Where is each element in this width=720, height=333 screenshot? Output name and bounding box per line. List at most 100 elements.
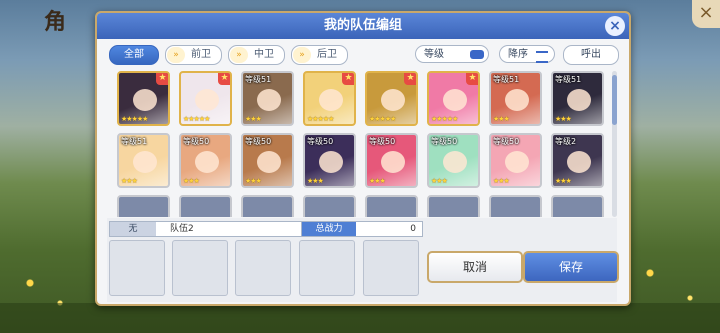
card-stars: ★★★★★ [307, 115, 334, 123]
character-card[interactable] [179, 195, 232, 217]
character-portrait [567, 89, 591, 111]
character-portrait [567, 151, 591, 173]
character-card[interactable]: 等级51 ★★★ [551, 71, 604, 126]
card-stars: ★★★ [493, 177, 510, 185]
character-card[interactable] [303, 195, 356, 217]
party-slot[interactable] [299, 240, 355, 296]
character-card[interactable] [427, 195, 480, 217]
party-tag: 无 [110, 222, 156, 236]
role-filter-tabs: 全部 » 前卫 » 中卫 » 后卫 [109, 45, 348, 65]
card-level: 等级51 [555, 75, 582, 84]
grid-scrollbar[interactable] [612, 71, 617, 217]
sort-button[interactable]: 降序 [499, 45, 555, 63]
card-level: 等级50 [369, 137, 396, 146]
party-slot[interactable] [109, 240, 165, 296]
character-portrait [381, 151, 405, 173]
card-stars: ★★★ [245, 115, 262, 123]
party-slot[interactable] [172, 240, 228, 296]
tab-vanguard[interactable]: » 前卫 [165, 45, 222, 65]
card-level: 等级51 [493, 75, 520, 84]
card-level: 等级50 [245, 137, 272, 146]
card-level: 等级50 [493, 137, 520, 146]
star-badge-icon: ★ [404, 73, 416, 85]
card-stars: ★★★ [369, 177, 386, 185]
card-stars: ★★★ [307, 177, 324, 185]
chevron-icon: » [167, 47, 185, 63]
character-card[interactable]: 等级50 ★★★ [241, 133, 294, 188]
character-card[interactable]: 等级2 ★★★ [551, 133, 604, 188]
character-portrait [257, 89, 281, 111]
sort-label: 降序 [508, 49, 528, 60]
card-stars: ★★★★★ [369, 115, 396, 123]
character-portrait [257, 151, 281, 173]
tab-label: 中卫 [254, 49, 274, 60]
character-card[interactable]: 等级50 ★★★ [365, 133, 418, 188]
character-card[interactable] [365, 195, 418, 217]
character-card[interactable]: 等级50 ★★★ [303, 133, 356, 188]
card-stars: ★★★★★ [121, 115, 148, 123]
card-level: 等级51 [121, 137, 148, 146]
character-card[interactable] [241, 195, 294, 217]
card-stars: ★★★ [555, 177, 572, 185]
card-level: 等级51 [245, 75, 272, 84]
star-badge-icon: ★ [342, 73, 354, 85]
level-filter-button[interactable]: 等级 [415, 45, 489, 63]
tab-all[interactable]: 全部 [109, 45, 159, 65]
character-portrait [505, 151, 529, 173]
character-card[interactable] [117, 195, 170, 217]
character-portrait [319, 89, 343, 111]
card-stars: ★★★ [121, 177, 138, 185]
modal-close-icon[interactable]: × [605, 16, 625, 36]
cancel-button[interactable]: 取消 [427, 251, 523, 283]
summon-button[interactable]: 呼出 [563, 45, 619, 65]
party-slot[interactable] [235, 240, 291, 296]
scrollbar-thumb[interactable] [612, 75, 617, 125]
tab-label: 前卫 [191, 49, 211, 60]
character-card[interactable]: 等级51 ★★★ [241, 71, 294, 126]
character-card[interactable]: ★ ★★★★★ [303, 71, 356, 126]
character-card[interactable] [551, 195, 604, 217]
chevron-icon: » [230, 47, 248, 63]
tab-rearguard[interactable]: » 后卫 [291, 45, 348, 65]
character-portrait [319, 151, 343, 173]
card-level: 等级50 [183, 137, 210, 146]
character-card[interactable]: ★ ★★★★★ [117, 71, 170, 126]
total-power-value: 0 [410, 224, 416, 234]
tab-midguard[interactable]: » 中卫 [228, 45, 285, 65]
character-portrait [133, 89, 157, 111]
close-icon[interactable]: × [692, 0, 720, 28]
card-level: 等级50 [307, 137, 334, 146]
tab-label: 全部 [124, 49, 144, 60]
toggle-icon [470, 50, 484, 59]
character-card[interactable]: 等级51 ★★★ [117, 133, 170, 188]
chevron-icon: » [293, 47, 311, 63]
star-badge-icon: ★ [466, 73, 478, 85]
total-power: 总战力 0 [301, 221, 423, 237]
character-card[interactable]: ★ ★★★★★ [179, 71, 232, 126]
save-button[interactable]: 保存 [523, 251, 619, 283]
summon-label: 呼出 [581, 49, 601, 60]
character-portrait [195, 151, 219, 173]
party-name-field[interactable]: 无 队伍2 [109, 221, 303, 237]
card-stars: ★★★ [555, 115, 572, 123]
character-card[interactable]: 等级50 ★★★ [489, 133, 542, 188]
card-level: 等级50 [431, 137, 458, 146]
star-badge-icon: ★ [156, 73, 168, 85]
card-level: 等级2 [555, 137, 577, 146]
character-card[interactable]: 等级50 ★★★ [179, 133, 232, 188]
character-card[interactable]: ★ ★★★★★ [365, 71, 418, 126]
character-card[interactable]: ★ ★★★★★ [427, 71, 480, 126]
character-portrait [381, 89, 405, 111]
party-name: 队伍2 [170, 224, 194, 234]
character-portrait [133, 151, 157, 173]
party-slot[interactable] [363, 240, 419, 296]
card-stars: ★★★ [183, 177, 200, 185]
character-card[interactable]: 等级51 ★★★ [489, 71, 542, 126]
level-filter-label: 等级 [424, 49, 444, 60]
character-portrait [443, 151, 467, 173]
character-portrait [195, 89, 219, 111]
character-card[interactable] [489, 195, 542, 217]
character-portrait [443, 89, 467, 111]
star-badge-icon: ★ [218, 73, 230, 85]
character-card[interactable]: 等级50 ★★★ [427, 133, 480, 188]
